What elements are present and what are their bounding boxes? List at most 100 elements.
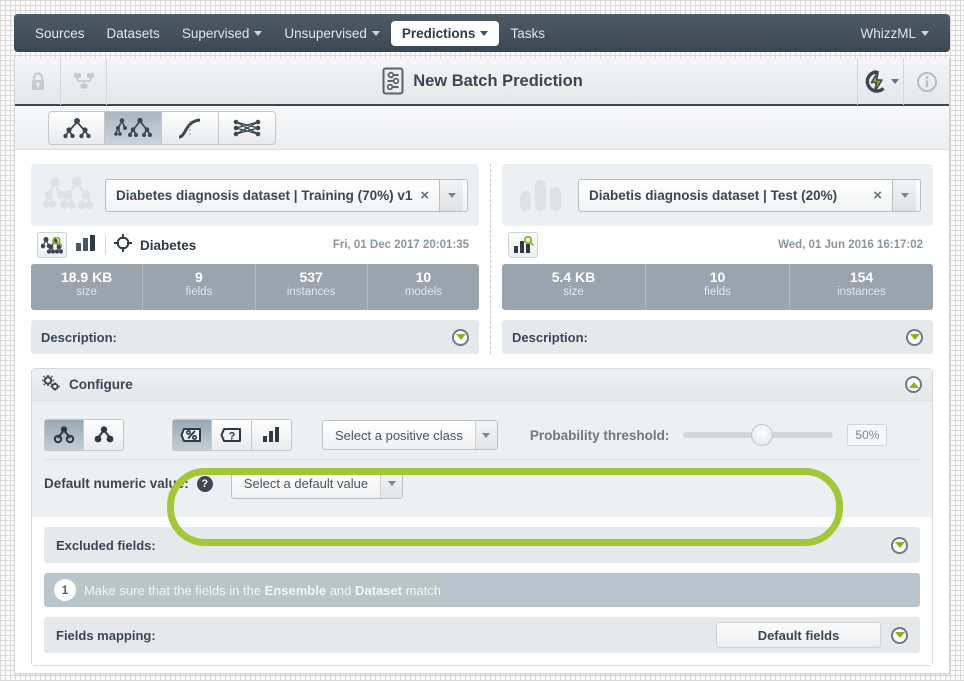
nav-item-sources[interactable]: Sources [24, 21, 96, 46]
ensemble-resource-row: Diabetes Fri, 01 Dec 2017 20:01:35 [31, 226, 479, 264]
dataset-search-icon[interactable] [508, 232, 538, 258]
ensemble-select-dropdown-button[interactable] [439, 179, 464, 211]
clear-icon[interactable]: × [412, 187, 437, 204]
probability-output-toggle[interactable] [172, 419, 212, 451]
gears-icon [42, 374, 61, 395]
ensemble-select-value: Diabetes diagnosis dataset | Training (7… [116, 187, 413, 203]
question-help-icon[interactable]: ? [196, 475, 213, 492]
note-middle: and [326, 582, 355, 598]
excluded-fields-bar[interactable]: Excluded fields: [44, 527, 920, 563]
nav-item-predictions[interactable]: Predictions [390, 20, 500, 46]
stat-value: 9 [194, 269, 203, 285]
stat-value: 537 [299, 269, 323, 285]
stat-size: 5.4 KB size [502, 264, 646, 310]
configure-lower: Excluded fields: 1 Make sure that the fi… [32, 527, 932, 665]
nav-item-datasets[interactable]: Datasets [96, 21, 171, 46]
default-numeric-select[interactable]: Select a default value [230, 468, 404, 499]
info-button[interactable] [903, 58, 949, 105]
configure-body: ? Select a positive class Probability th… [32, 401, 932, 517]
content-card: New Batch Prediction Diabetes diagnosis … [14, 57, 950, 674]
triangle-down [455, 334, 466, 340]
stat-label: fields [704, 286, 731, 298]
note-text: Make sure that the fields in the Ensembl… [84, 583, 441, 598]
confidence-output-toggle[interactable]: ? [212, 419, 252, 451]
chevron-down-circle-icon[interactable] [906, 328, 923, 346]
resource-type-tabs [15, 106, 949, 150]
fields-mapping-bar: Fields mapping: Default fields [44, 617, 920, 653]
dataset-selector-box: Diabetis diagnosis dataset | Test (20%) … [502, 164, 933, 226]
nav-item-label: Unsupervised [284, 25, 367, 41]
probability-threshold-slider[interactable] [683, 424, 834, 446]
chevron-down-circle-icon[interactable] [891, 536, 908, 554]
configure-header[interactable]: Configure [32, 369, 932, 401]
nav-item-supervised[interactable]: Supervised [171, 21, 274, 46]
stat-value: 154 [849, 269, 874, 285]
stat-value: 18.9 KB [60, 269, 113, 285]
nav-item-label: Sources [35, 25, 85, 41]
nav-item-whizzml[interactable]: WhizzML [849, 21, 940, 46]
ensemble-description-bar[interactable]: Description: [31, 320, 479, 354]
ensemble-search-icon[interactable] [37, 232, 67, 258]
deepnet-icon [233, 119, 261, 136]
note-number: 1 [54, 579, 76, 601]
stat-value: 10 [709, 269, 726, 285]
column-divider [490, 164, 491, 354]
run-action-button[interactable] [857, 58, 903, 105]
clear-icon[interactable]: × [865, 187, 890, 204]
default-fields-button[interactable]: Default fields [716, 622, 881, 648]
nav-item-unsupervised[interactable]: Unsupervised [273, 21, 391, 46]
target-icon [114, 233, 132, 257]
fields-match-note: 1 Make sure that the fields in the Ensem… [44, 573, 920, 607]
chevron-down-circle-icon[interactable] [891, 626, 908, 644]
dataset-bars-icon[interactable] [75, 234, 97, 257]
configure-output-row: ? Select a positive class Probability th… [44, 411, 920, 459]
positive-class-select[interactable]: Select a positive class [322, 420, 498, 450]
stat-label: models [404, 286, 442, 298]
logistic-curve-icon [178, 118, 201, 138]
chevron-down-icon [387, 481, 396, 486]
chevron-up-circle-icon[interactable] [905, 376, 922, 393]
single-model-toggle[interactable] [44, 419, 84, 451]
triangle-down [894, 632, 905, 638]
dataset-select-dropdown-button[interactable] [892, 179, 916, 211]
batch-prediction-icon [382, 67, 404, 95]
distribution-output-toggle[interactable] [252, 419, 292, 451]
dataset-stats: 5.4 KB size 10 fields 154 instances [502, 264, 933, 310]
stat-label: size [563, 286, 584, 298]
logistic-regression-tab[interactable] [162, 110, 219, 145]
description-label: Description: [41, 329, 117, 345]
model-node-icon [53, 426, 75, 444]
default-numeric-dropdown-button[interactable] [380, 469, 403, 498]
dataset-bars-icon [514, 177, 568, 213]
dataset-select-input[interactable]: Diabetis diagnosis dataset | Test (20%) … [578, 178, 921, 212]
ensemble-created-date: Fri, 01 Dec 2017 20:01:35 [332, 239, 469, 251]
dataset-description-bar[interactable]: Description: [502, 320, 933, 354]
nav-item-tasks[interactable]: Tasks [499, 21, 556, 46]
stat-fields: 10 fields [646, 264, 790, 310]
main-navbar: Sources Datasets Supervised Unsupervised… [14, 14, 950, 52]
model-tab[interactable] [48, 110, 105, 145]
deepnet-tab[interactable] [219, 110, 276, 145]
lightning-bolt-icon [865, 69, 885, 93]
output-type-toggle-group: ? [172, 419, 292, 451]
question-tag-icon: ? [220, 428, 241, 443]
percent-tag-icon [180, 428, 201, 442]
model-scope-toggle-group [44, 419, 124, 451]
ensemble-select-input[interactable]: Diabetes diagnosis dataset | Training (7… [105, 178, 469, 212]
page-body: Diabetes diagnosis dataset | Training (7… [15, 150, 949, 666]
chevron-down-circle-icon[interactable] [452, 328, 469, 346]
app-root: Sources Datasets Supervised Unsupervised… [0, 0, 964, 681]
stat-label: instances [837, 286, 886, 298]
dataset-resource-row: Wed, 01 Jun 2016 16:17:02 [502, 226, 933, 264]
probability-threshold-label: Probability threshold: [529, 427, 670, 443]
default-numeric-label: Default numeric value: [44, 476, 189, 491]
ensemble-tab[interactable] [105, 110, 162, 145]
positive-class-dropdown-button[interactable] [474, 421, 497, 449]
slider-handle[interactable] [751, 424, 774, 446]
titlebar-actions [857, 58, 949, 105]
all-models-toggle[interactable] [84, 419, 124, 451]
ensemble-icon [43, 177, 95, 213]
note-suffix: match [401, 582, 441, 598]
triangle-up [908, 381, 919, 388]
page-title-text: New Batch Prediction [413, 71, 583, 90]
